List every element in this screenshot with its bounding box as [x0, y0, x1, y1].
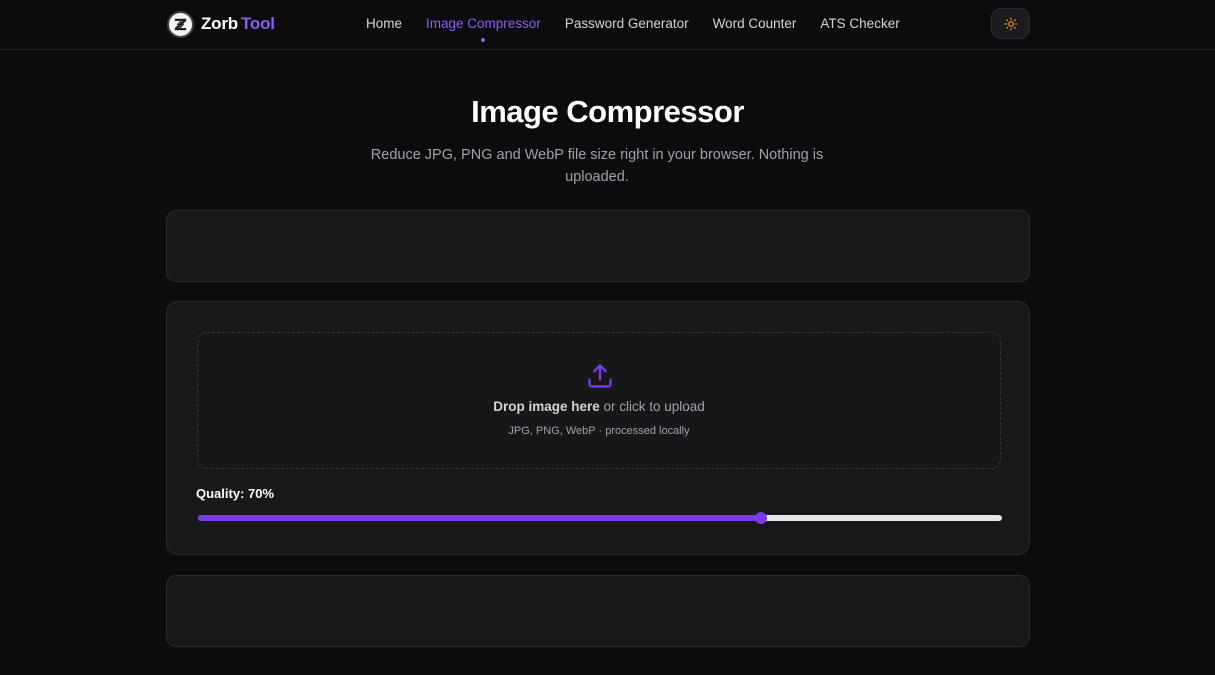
image-dropzone[interactable]: Drop image here or click to upload JPG, …	[197, 332, 1001, 469]
quality-slider[interactable]	[198, 512, 1002, 524]
upload-icon	[588, 364, 612, 388]
bottom-placeholder-card	[166, 575, 1030, 647]
quality-label: Quality: 70%	[196, 486, 275, 501]
top-navbar: Zorb Tool Home Image Compressor Password …	[0, 0, 1215, 50]
nav-word-counter[interactable]: Word Counter	[713, 15, 797, 32]
dropzone-rest-text: or click to upload	[599, 399, 705, 414]
quality-slider-fill	[198, 515, 761, 521]
brand-logo[interactable]: Zorb Tool	[167, 10, 275, 38]
nav-password-generator[interactable]: Password Generator	[565, 15, 689, 32]
nav-ats-checker[interactable]: ATS Checker	[820, 15, 899, 32]
compressor-card: Drop image here or click to upload JPG, …	[166, 301, 1030, 555]
nav-image-compressor[interactable]: Image Compressor	[426, 15, 541, 42]
brand-name-tool: Tool	[240, 14, 275, 33]
dropzone-instruction: Drop image here or click to upload	[198, 399, 1000, 414]
top-placeholder-card	[166, 210, 1030, 282]
dropzone-strong-text: Drop image here	[493, 399, 600, 414]
page-subtitle: Reduce JPG, PNG and WebP file size right…	[370, 147, 824, 185]
nav-home[interactable]: Home	[366, 15, 402, 32]
sun-icon	[1004, 17, 1017, 30]
quality-slider-thumb[interactable]	[754, 512, 767, 524]
dropzone-hint: JPG, PNG, WebP · processed locally	[508, 425, 690, 437]
page-title: Image Compressor	[471, 94, 744, 129]
theme-toggle-button[interactable]	[991, 8, 1030, 39]
main-nav: Home Image Compressor Password Generator…	[366, 15, 924, 42]
active-nav-indicator	[481, 38, 486, 42]
brand-name: Zorb Tool	[201, 14, 275, 34]
brand-name-zorb: Zorb	[201, 14, 238, 33]
nav-image-compressor-label: Image Compressor	[426, 16, 541, 31]
zorb-logo-icon	[167, 10, 194, 38]
